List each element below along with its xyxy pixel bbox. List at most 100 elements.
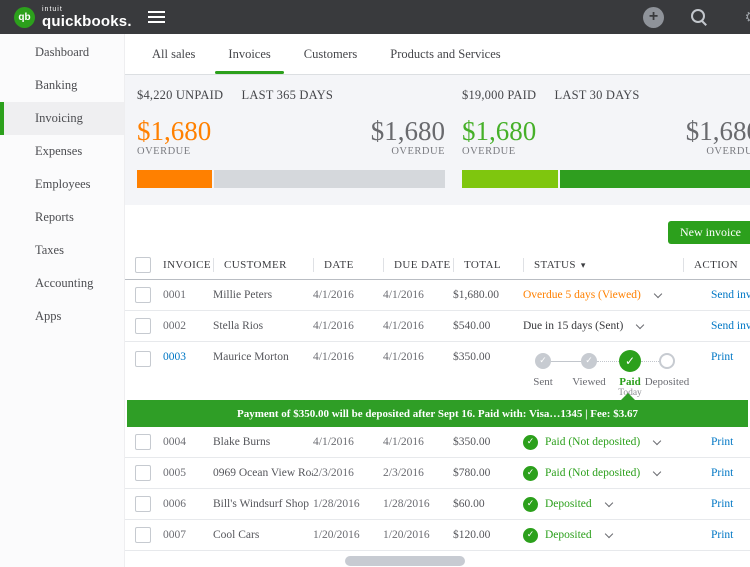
timeline-connector — [597, 360, 619, 362]
sort-arrow-icon: ▾ — [580, 259, 586, 270]
select-all-checkbox[interactable] — [135, 256, 151, 273]
customer-cell: Maurice Morton — [213, 351, 289, 363]
tab-invoices[interactable]: Invoices — [215, 34, 285, 74]
invoice-status-timeline: ✓✓✓SentViewedPaidTodayDeposited — [533, 350, 689, 398]
sales-tabs: All sales Invoices Customers Products and S… — [125, 34, 750, 75]
action-link[interactable]: Print — [683, 351, 750, 363]
row-checkbox[interactable] — [135, 434, 151, 450]
paid-progress-bar[interactable] — [462, 170, 750, 188]
status-chevron-icon[interactable] — [604, 529, 613, 538]
create-new-icon[interactable]: + — [643, 6, 664, 28]
paid-total-label: OVERDUE — [706, 146, 750, 157]
row-checkbox[interactable] — [135, 496, 151, 512]
column-header-customer[interactable]: CUSTOMER — [213, 257, 313, 272]
unpaid-progress-bar[interactable] — [137, 170, 445, 188]
paid-amounts: $1,680 OVERDUE $1,680 OVERDUE — [462, 116, 750, 158]
column-header-date[interactable]: DATE — [313, 257, 383, 272]
tab-all-sales[interactable]: All sales — [152, 34, 195, 74]
row-checkbox[interactable] — [135, 318, 151, 334]
total-cell: $350.00 — [453, 436, 491, 448]
timeline-label-deposited: Deposited — [644, 376, 690, 388]
action-link[interactable]: Send invoice — [683, 289, 750, 301]
table-row-invoice-0003[interactable]: 0003 Maurice Morton 4/1/2016 4/1/2016 $350.0… — [125, 342, 750, 400]
customer-cell: Cool Cars — [213, 529, 260, 541]
unpaid-panel: $4,220 UNPAID LAST 365 DAYS $1,680 OVERD… — [137, 88, 445, 205]
customer-cell: Blake Burns — [213, 436, 271, 448]
action-link[interactable]: Print — [683, 498, 750, 510]
status-text: Paid (Not deposited) — [545, 467, 641, 479]
search-icon[interactable] — [690, 8, 708, 26]
table-row-invoice-0007[interactable]: 0007 Cool Cars 1/20/2016 1/20/2016 $120.00 ✓ D… — [125, 520, 750, 551]
action-link[interactable]: Print — [683, 529, 750, 541]
horizontal-scrollbar[interactable] — [345, 556, 465, 566]
due-date-cell: 4/1/2016 — [383, 351, 424, 363]
table-row-invoice-0004[interactable]: 0004 Blake Burns 4/1/2016 4/1/2016 $350.00 ✓ P… — [125, 427, 750, 458]
action-link[interactable]: Print — [683, 436, 750, 448]
status-chevron-icon[interactable] — [636, 320, 645, 329]
table-row-invoice-0005[interactable]: 0005 0969 Ocean View Road 2/3/2016 2/3/2016… — [125, 458, 750, 489]
sidebar-item-invoicing[interactable]: Invoicing — [0, 102, 124, 135]
row-checkbox[interactable] — [135, 527, 151, 543]
unpaid-total-label: OVERDUE — [391, 146, 445, 157]
sidebar-item-banking[interactable]: Banking — [0, 69, 124, 102]
sidebar-item-dashboard[interactable]: Dashboard — [0, 36, 124, 69]
due-date-cell: 2/3/2016 — [383, 467, 424, 479]
paid-total-amount: $1,680 — [685, 116, 750, 146]
total-cell: $350.00 — [453, 351, 491, 363]
sidebar-item-employees[interactable]: Employees — [0, 168, 124, 201]
status-chevron-icon[interactable] — [653, 289, 663, 298]
due-date-cell: 1/20/2016 — [383, 529, 430, 541]
date-cell: 1/28/2016 — [313, 498, 360, 510]
total-cell: $120.00 — [453, 529, 491, 541]
row-checkbox[interactable] — [135, 351, 151, 367]
tab-customers[interactable]: Customers — [304, 34, 357, 74]
status-chevron-icon[interactable] — [652, 467, 662, 476]
table-row-invoice-0006[interactable]: 0006 Bill's Windsurf Shop 1/28/2016 1/28/20… — [125, 489, 750, 520]
timeline-step-paid-icon: ✓ — [619, 350, 641, 372]
timeline-step-sent-icon: ✓ — [535, 353, 551, 369]
paid-panel: $19,000 PAID LAST 30 DAYS $1,680 OVERDUE… — [462, 88, 750, 205]
sidebar-item-apps[interactable]: Apps — [0, 300, 124, 333]
column-header-status[interactable]: STATUS ▾ — [523, 257, 683, 272]
paid-check-icon: ✓ — [523, 496, 538, 512]
sidebar-item-taxes[interactable]: Taxes — [0, 234, 124, 267]
action-link[interactable]: Print — [683, 467, 750, 479]
column-header-action[interactable]: ACTION — [683, 257, 750, 272]
table-body: 0001 Millie Peters 4/1/2016 4/1/2016 $1,680.… — [125, 280, 750, 551]
column-header-invoice[interactable]: INVOICE — [163, 258, 213, 272]
date-cell: 2/3/2016 — [313, 467, 354, 479]
table-row-invoice-0001[interactable]: 0001 Millie Peters 4/1/2016 4/1/2016 $1,680.… — [125, 280, 750, 311]
customer-cell: 0969 Ocean View Road — [213, 467, 313, 479]
new-invoice-button[interactable]: New invoice — [668, 221, 750, 244]
timeline-connector — [551, 360, 581, 362]
status-cell: ✓ Paid (Not deposited) — [523, 465, 683, 481]
customer-cell: Stella Rios — [213, 320, 264, 332]
table-row-invoice-0002[interactable]: 0002 Stella Rios 4/1/2016 4/1/2016 $540.00 Du… — [125, 311, 750, 342]
status-chevron-icon[interactable] — [604, 498, 613, 507]
date-cell: 1/20/2016 — [313, 529, 360, 541]
gear-icon[interactable]: ⚙ — [745, 8, 750, 26]
invoice-number-cell: 0006 — [163, 498, 186, 510]
invoice-number-cell: 0004 — [163, 436, 186, 448]
paid-overdue-amount: $1,680 — [462, 116, 537, 146]
sidebar-item-reports[interactable]: Reports — [0, 201, 124, 234]
customer-cell: Millie Peters — [213, 289, 273, 301]
invoice-number-cell[interactable]: 0003 — [163, 351, 213, 363]
invoice-number-cell: 0007 — [163, 529, 186, 541]
status-chevron-icon[interactable] — [652, 436, 662, 445]
column-header-total[interactable]: TOTAL — [453, 257, 523, 272]
sidebar-item-expenses[interactable]: Expenses — [0, 135, 124, 168]
sidebar-item-accounting[interactable]: Accounting — [0, 267, 124, 300]
paid-check-icon: ✓ — [523, 527, 538, 543]
customer-cell: Bill's Windsurf Shop — [213, 498, 309, 510]
status-text: Deposited — [545, 529, 592, 541]
row-checkbox[interactable] — [135, 287, 151, 303]
paid-period: LAST 30 DAYS — [554, 88, 640, 102]
action-link[interactable]: Send invoice — [683, 320, 750, 332]
invoice-number-cell: 0002 — [163, 320, 186, 332]
due-date-cell: 4/1/2016 — [383, 320, 424, 332]
column-header-due-date[interactable]: DUE DATE — [383, 257, 453, 272]
hamburger-menu-icon[interactable] — [147, 11, 165, 23]
tab-products-and-services[interactable]: Products and Services — [390, 34, 500, 74]
row-checkbox[interactable] — [135, 465, 151, 481]
